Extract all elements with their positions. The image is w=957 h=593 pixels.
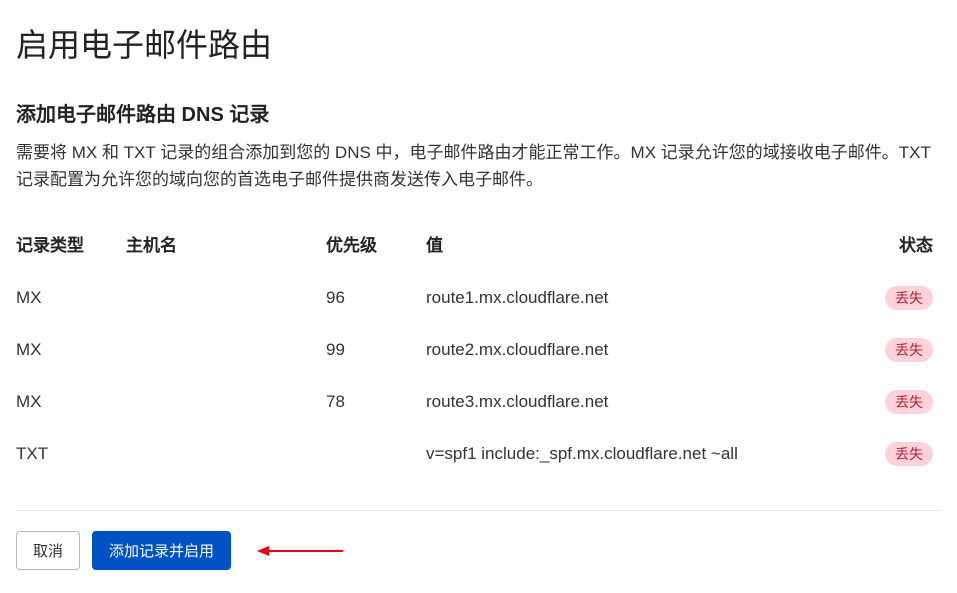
- section-description: 需要将 MX 和 TXT 记录的组合添加到您的 DNS 中，电子邮件路由才能正常…: [16, 139, 936, 193]
- cell-value: route3.mx.cloudflare.net: [426, 376, 871, 428]
- header-host: 主机名: [126, 221, 326, 272]
- status-badge-missing: 丢失: [885, 338, 933, 362]
- cell-host: [126, 376, 326, 428]
- table-row: MX 99 route2.mx.cloudflare.net 丢失: [16, 324, 941, 376]
- cell-host: [126, 324, 326, 376]
- cell-value: route2.mx.cloudflare.net: [426, 324, 871, 376]
- header-type: 记录类型: [16, 221, 126, 272]
- cell-value: route1.mx.cloudflare.net: [426, 272, 871, 324]
- header-priority: 优先级: [326, 221, 426, 272]
- cell-priority: [326, 428, 426, 480]
- page-title: 启用电子邮件路由: [16, 20, 941, 66]
- add-and-enable-button[interactable]: 添加记录并启用: [92, 531, 231, 570]
- cell-type: MX: [16, 376, 126, 428]
- cancel-button[interactable]: 取消: [16, 531, 80, 570]
- header-value: 值: [426, 221, 871, 272]
- divider: [16, 510, 941, 511]
- cell-type: MX: [16, 324, 126, 376]
- cell-value: v=spf1 include:_spf.mx.cloudflare.net ~a…: [426, 428, 871, 480]
- cell-priority: 96: [326, 272, 426, 324]
- button-row: 取消 添加记录并启用: [16, 531, 941, 570]
- cell-priority: 99: [326, 324, 426, 376]
- cell-host: [126, 272, 326, 324]
- table-row: MX 96 route1.mx.cloudflare.net 丢失: [16, 272, 941, 324]
- cell-type: TXT: [16, 428, 126, 480]
- cell-status: 丢失: [871, 376, 941, 428]
- status-badge-missing: 丢失: [885, 390, 933, 414]
- status-badge-missing: 丢失: [885, 286, 933, 310]
- table-row: TXT v=spf1 include:_spf.mx.cloudflare.ne…: [16, 428, 941, 480]
- cell-status: 丢失: [871, 428, 941, 480]
- cell-priority: 78: [326, 376, 426, 428]
- table-header-row: 记录类型 主机名 优先级 值 状态: [16, 221, 941, 272]
- section-title: 添加电子邮件路由 DNS 记录: [16, 98, 941, 127]
- status-badge-missing: 丢失: [885, 442, 933, 466]
- cell-type: MX: [16, 272, 126, 324]
- cell-host: [126, 428, 326, 480]
- cell-status: 丢失: [871, 272, 941, 324]
- header-status: 状态: [871, 221, 941, 272]
- dns-records-table: 记录类型 主机名 优先级 值 状态 MX 96 route1.mx.cloudf…: [16, 221, 941, 480]
- cell-status: 丢失: [871, 324, 941, 376]
- arrow-annotation-icon: [255, 541, 345, 561]
- table-row: MX 78 route3.mx.cloudflare.net 丢失: [16, 376, 941, 428]
